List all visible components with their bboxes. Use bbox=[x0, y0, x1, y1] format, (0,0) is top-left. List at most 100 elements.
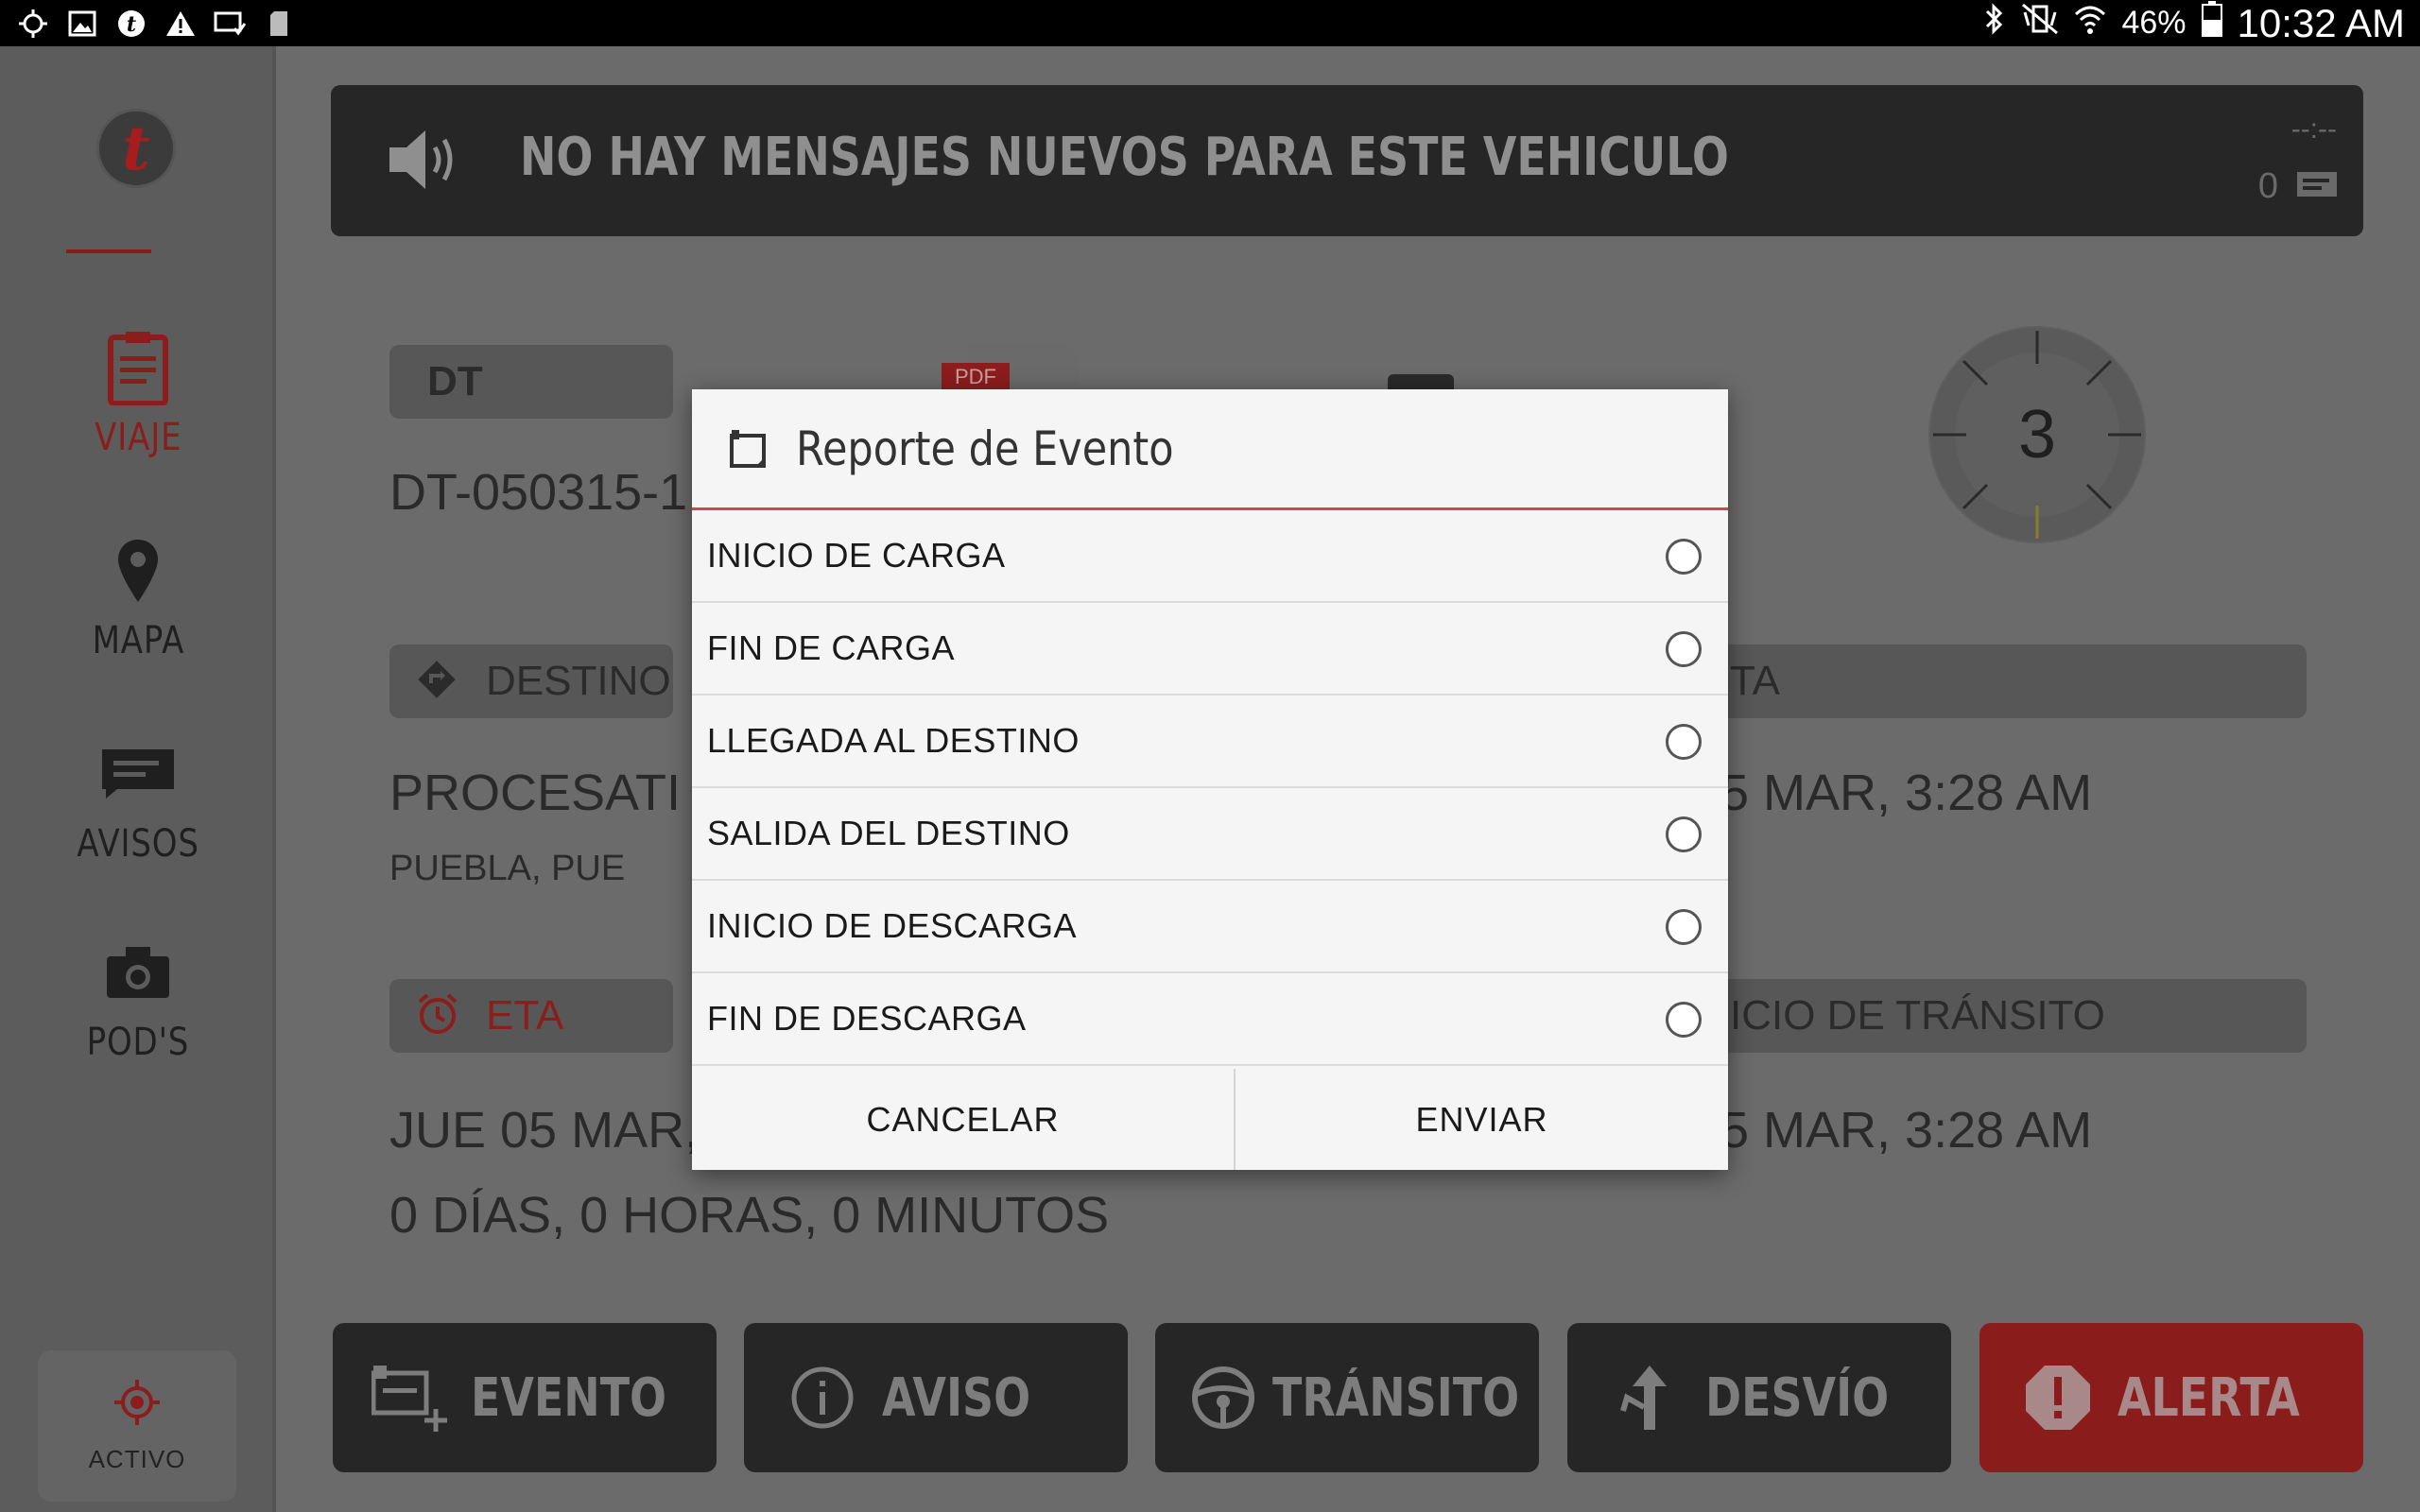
alert-icon bbox=[2015, 1355, 2100, 1440]
pdf-label: PDF bbox=[955, 365, 996, 388]
dt-label-pill: DT bbox=[389, 345, 673, 419]
logo-underline bbox=[66, 249, 151, 253]
cast-icon bbox=[214, 8, 246, 40]
battery-percent: 46% bbox=[2121, 5, 2187, 41]
app-logo[interactable]: t bbox=[96, 109, 176, 188]
gallery-icon bbox=[66, 8, 98, 40]
option-label: SALIDA DEL DESTINO bbox=[707, 814, 1070, 852]
action-label: DESVÍO bbox=[1705, 1366, 1890, 1429]
evento-button[interactable]: EVENTO bbox=[333, 1323, 717, 1472]
destino-name: PROCESATI bbox=[389, 765, 682, 821]
event-option[interactable]: LLEGADA AL DESTINO bbox=[692, 696, 1728, 788]
status-activo[interactable]: ACTIVO bbox=[38, 1350, 236, 1502]
dt-label: DT bbox=[427, 358, 483, 404]
vibrate-icon bbox=[2021, 3, 2059, 43]
sidebar-item-pods[interactable]: POD'S bbox=[0, 930, 276, 1091]
desvio-button[interactable]: DESVÍO bbox=[1567, 1323, 1951, 1472]
radio-button[interactable] bbox=[1666, 539, 1702, 575]
logo-letter: t bbox=[122, 112, 150, 184]
destino-city: PUEBLA, PUE bbox=[389, 849, 626, 888]
right-bottom-label: ICIO DE TRÁNSITO bbox=[1730, 992, 2105, 1039]
right-bottom-label-pill: ICIO DE TRÁNSITO bbox=[1711, 979, 2307, 1053]
detour-icon bbox=[1603, 1355, 1688, 1440]
calendar-icon bbox=[728, 428, 769, 470]
bluetooth-icon bbox=[1983, 3, 2006, 43]
sidebar-item-label: POD'S bbox=[86, 1021, 190, 1064]
camera-icon bbox=[95, 930, 181, 1015]
status-bar: t 46% 10:32 AM bbox=[0, 0, 2420, 46]
map-pin-icon bbox=[95, 528, 181, 613]
message-icon bbox=[2295, 170, 2339, 203]
clipboard-icon bbox=[95, 325, 181, 410]
event-report-dialog: Reporte de Evento INICIO DE CARGA FIN DE… bbox=[692, 389, 1728, 1170]
radio-button[interactable] bbox=[1666, 816, 1702, 852]
sidebar-item-label: MAPA bbox=[92, 619, 184, 662]
event-option[interactable]: FIN DE CARGA bbox=[692, 603, 1728, 696]
event-option[interactable]: FIN DE DESCARGA bbox=[692, 973, 1728, 1066]
messages-banner[interactable]: NO HAY MENSAJES NUEVOS PARA ESTE VEHICUL… bbox=[331, 85, 2363, 236]
warning-icon bbox=[164, 8, 197, 40]
event-add-icon bbox=[369, 1355, 454, 1440]
message-icon bbox=[95, 731, 181, 816]
sidebar-item-mapa[interactable]: MAPA bbox=[0, 528, 276, 689]
app-t-icon: t bbox=[115, 8, 147, 40]
event-option[interactable]: INICIO DE CARGA bbox=[692, 510, 1728, 603]
alarm-clock-icon bbox=[416, 992, 459, 1040]
action-label: EVENTO bbox=[471, 1366, 667, 1429]
speaker-icon bbox=[388, 127, 459, 198]
notes-icon[interactable] bbox=[1388, 374, 1454, 389]
directions-icon bbox=[416, 659, 458, 705]
dialog-header: Reporte de Evento bbox=[692, 389, 1728, 510]
sidebar-item-avisos[interactable]: AVISOS bbox=[0, 731, 276, 892]
battery-icon bbox=[2201, 1, 2222, 45]
gps-icon bbox=[17, 8, 49, 40]
sidebar-item-label: VIAJE bbox=[94, 416, 182, 459]
event-option[interactable]: SALIDA DEL DESTINO bbox=[692, 788, 1728, 881]
banner-message: NO HAY MENSAJES NUEVOS PARA ESTE VEHICUL… bbox=[520, 127, 1729, 188]
right-top-label: TA bbox=[1730, 658, 1780, 704]
send-button[interactable]: ENVIAR bbox=[1236, 1069, 1728, 1170]
option-label: INICIO DE CARGA bbox=[707, 536, 1006, 575]
radio-button[interactable] bbox=[1666, 631, 1702, 667]
eta-remaining: 0 DÍAS, 0 HORAS, 0 MINUTOS bbox=[389, 1187, 1110, 1244]
eta-label-pill: ETA bbox=[389, 979, 673, 1053]
dialog-title: Reporte de Evento bbox=[796, 421, 1174, 476]
status-label: ACTIVO bbox=[88, 1445, 186, 1473]
cancel-button[interactable]: CANCELAR bbox=[692, 1069, 1236, 1170]
option-label: LLEGADA AL DESTINO bbox=[707, 721, 1080, 760]
radio-button[interactable] bbox=[1666, 724, 1702, 760]
right-top-value: 5 MAR, 3:28 AM bbox=[1720, 765, 2093, 821]
steering-wheel-icon bbox=[1191, 1355, 1255, 1440]
sidebar-item-label: AVISOS bbox=[77, 822, 199, 866]
message-count: 0 bbox=[2257, 166, 2278, 206]
dt-value: DT-050315-1 bbox=[389, 464, 688, 521]
sidebar: t VIAJE MAPA AVISOS POD'S ACTIVO bbox=[0, 46, 276, 1512]
right-top-label-pill: TA bbox=[1711, 644, 2307, 718]
eta-value: JUE 05 MAR, bbox=[389, 1102, 700, 1159]
clock: 10:32 AM bbox=[2237, 0, 2405, 45]
destino-label: DESTINO bbox=[486, 658, 671, 704]
event-option[interactable]: INICIO DE DESCARGA bbox=[692, 881, 1728, 973]
radio-button[interactable] bbox=[1666, 1002, 1702, 1038]
aviso-button[interactable]: AVISO bbox=[744, 1323, 1128, 1472]
transito-button[interactable]: TRÁNSITO bbox=[1155, 1323, 1539, 1472]
wifi-icon bbox=[2074, 3, 2106, 43]
counter-dial: 3 bbox=[1928, 326, 2146, 543]
sd-card-icon bbox=[263, 8, 295, 40]
alerta-button[interactable]: ALERTA bbox=[1979, 1323, 2363, 1472]
right-bottom-value: 5 MAR, 3:28 AM bbox=[1720, 1102, 2093, 1159]
action-label: ALERTA bbox=[2118, 1366, 2300, 1429]
banner-time: --:-- bbox=[2290, 113, 2337, 145]
svg-text:t: t bbox=[127, 12, 136, 37]
action-label: TRÁNSITO bbox=[1272, 1366, 1520, 1429]
sidebar-item-viaje[interactable]: VIAJE bbox=[0, 325, 276, 486]
counter-value: 3 bbox=[2017, 397, 2057, 472]
eta-label: ETA bbox=[486, 992, 564, 1039]
radio-button[interactable] bbox=[1666, 909, 1702, 945]
info-icon bbox=[780, 1355, 865, 1440]
option-label: FIN DE DESCARGA bbox=[707, 999, 1027, 1038]
pdf-document-icon[interactable]: PDF bbox=[942, 342, 1080, 389]
option-label: INICIO DE DESCARGA bbox=[707, 906, 1078, 945]
target-icon bbox=[112, 1378, 162, 1432]
option-label: FIN DE CARGA bbox=[707, 628, 956, 667]
